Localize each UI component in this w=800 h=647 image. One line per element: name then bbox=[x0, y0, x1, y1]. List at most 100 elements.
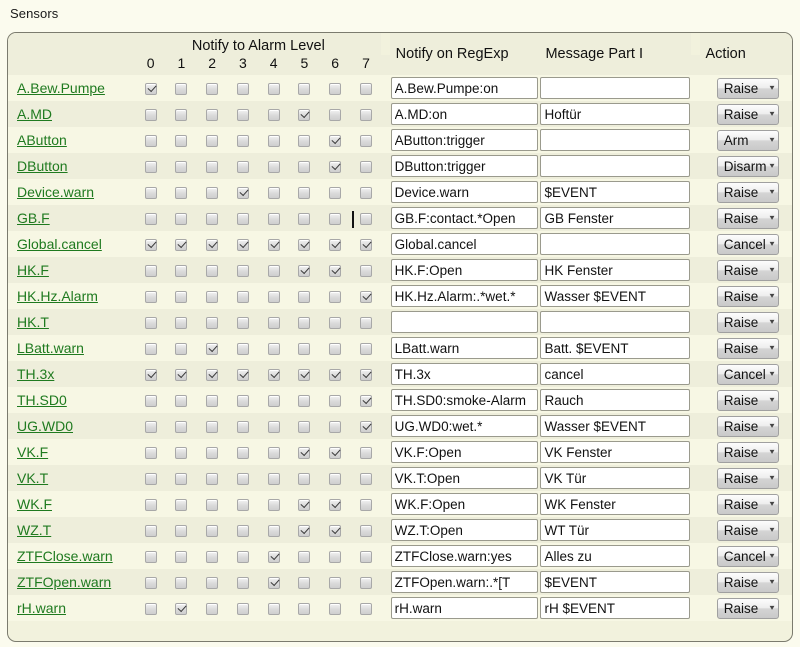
sensor-link[interactable]: VK.F bbox=[17, 444, 48, 460]
alarm-level-checkbox-7[interactable] bbox=[360, 83, 373, 96]
alarm-level-checkbox-6[interactable] bbox=[329, 109, 342, 122]
alarm-level-checkbox-2[interactable] bbox=[206, 83, 219, 96]
alarm-level-checkbox-2[interactable] bbox=[206, 603, 219, 616]
alarm-level-checkbox-4[interactable] bbox=[267, 291, 280, 304]
regexp-input[interactable] bbox=[390, 441, 539, 463]
action-select[interactable]: Raise ▾ bbox=[716, 77, 779, 99]
message-input[interactable] bbox=[540, 259, 691, 281]
alarm-level-checkbox-3[interactable] bbox=[236, 577, 249, 590]
alarm-level-checkbox-2[interactable] bbox=[206, 213, 219, 226]
alarm-level-checkbox-2[interactable] bbox=[206, 551, 219, 564]
alarm-level-checkbox-0[interactable] bbox=[144, 187, 157, 200]
alarm-level-checkbox-4[interactable] bbox=[267, 265, 280, 278]
alarm-level-checkbox-7[interactable] bbox=[360, 161, 373, 174]
alarm-level-checkbox-7[interactable] bbox=[360, 525, 373, 538]
alarm-level-checkbox-5[interactable] bbox=[298, 187, 311, 200]
alarm-level-checkbox-3[interactable] bbox=[236, 421, 249, 434]
alarm-level-checkbox-0[interactable] bbox=[144, 265, 157, 278]
message-input[interactable] bbox=[540, 311, 691, 333]
regexp-input[interactable] bbox=[390, 311, 539, 333]
alarm-level-checkbox-6[interactable] bbox=[329, 395, 342, 408]
regexp-input[interactable] bbox=[390, 181, 539, 203]
regexp-input[interactable] bbox=[390, 597, 539, 619]
alarm-level-checkbox-0[interactable] bbox=[144, 213, 157, 226]
message-input[interactable] bbox=[540, 155, 691, 177]
alarm-level-checkbox-5[interactable] bbox=[298, 135, 311, 148]
alarm-level-checkbox-1[interactable] bbox=[175, 369, 188, 382]
alarm-level-checkbox-3[interactable] bbox=[236, 499, 249, 512]
alarm-level-checkbox-3[interactable] bbox=[236, 317, 249, 330]
sensor-link[interactable]: TH.3x bbox=[17, 366, 54, 382]
sensor-link[interactable]: ZTFOpen.warn bbox=[17, 574, 111, 590]
alarm-level-checkbox-5[interactable] bbox=[298, 213, 311, 226]
action-select[interactable]: Raise ▾ bbox=[716, 285, 779, 307]
alarm-level-checkbox-4[interactable] bbox=[267, 187, 280, 200]
alarm-level-checkbox-6[interactable] bbox=[329, 213, 342, 226]
alarm-level-checkbox-4[interactable] bbox=[267, 395, 280, 408]
alarm-level-checkbox-5[interactable] bbox=[298, 265, 311, 278]
alarm-level-checkbox-3[interactable] bbox=[236, 239, 249, 252]
alarm-level-checkbox-0[interactable] bbox=[144, 135, 157, 148]
message-input[interactable] bbox=[540, 597, 691, 619]
alarm-level-checkbox-2[interactable] bbox=[206, 161, 219, 174]
regexp-input[interactable] bbox=[390, 467, 539, 489]
message-input[interactable] bbox=[540, 77, 691, 99]
alarm-level-checkbox-6[interactable] bbox=[329, 577, 342, 590]
alarm-level-checkbox-4[interactable] bbox=[267, 577, 280, 590]
alarm-level-checkbox-6[interactable] bbox=[329, 291, 342, 304]
sensor-link[interactable]: rH.warn bbox=[17, 600, 66, 616]
alarm-level-checkbox-0[interactable] bbox=[144, 291, 157, 304]
message-input[interactable] bbox=[540, 285, 691, 307]
sensor-link[interactable]: HK.F bbox=[17, 262, 49, 278]
alarm-level-checkbox-7[interactable] bbox=[360, 135, 373, 148]
regexp-input[interactable] bbox=[390, 493, 539, 515]
alarm-level-checkbox-7[interactable] bbox=[360, 473, 373, 486]
alarm-level-checkbox-0[interactable] bbox=[144, 395, 157, 408]
alarm-level-checkbox-2[interactable] bbox=[206, 291, 219, 304]
alarm-level-checkbox-6[interactable] bbox=[329, 499, 342, 512]
message-input[interactable] bbox=[540, 363, 691, 385]
alarm-level-checkbox-2[interactable] bbox=[206, 369, 219, 382]
action-select[interactable]: Raise ▾ bbox=[716, 467, 779, 489]
alarm-level-checkbox-4[interactable] bbox=[267, 551, 280, 564]
alarm-level-checkbox-7[interactable] bbox=[360, 369, 373, 382]
alarm-level-checkbox-5[interactable] bbox=[298, 499, 311, 512]
alarm-level-checkbox-3[interactable] bbox=[236, 213, 249, 226]
action-select[interactable]: Cancel ▾ bbox=[716, 545, 779, 567]
alarm-level-checkbox-2[interactable] bbox=[206, 265, 219, 278]
regexp-input[interactable] bbox=[390, 207, 539, 229]
alarm-level-checkbox-6[interactable] bbox=[329, 473, 342, 486]
message-input[interactable] bbox=[540, 233, 691, 255]
alarm-level-checkbox-0[interactable] bbox=[144, 317, 157, 330]
sensor-link[interactable]: HK.Hz.Alarm bbox=[17, 288, 98, 304]
alarm-level-checkbox-3[interactable] bbox=[236, 525, 249, 538]
action-select[interactable]: Raise ▾ bbox=[716, 597, 779, 619]
alarm-level-checkbox-1[interactable] bbox=[175, 551, 188, 564]
regexp-input[interactable] bbox=[390, 233, 539, 255]
regexp-input[interactable] bbox=[390, 259, 539, 281]
alarm-level-checkbox-0[interactable] bbox=[144, 239, 157, 252]
alarm-level-checkbox-2[interactable] bbox=[206, 525, 219, 538]
alarm-level-checkbox-0[interactable] bbox=[144, 499, 157, 512]
alarm-level-checkbox-5[interactable] bbox=[298, 343, 311, 356]
alarm-level-checkbox-7[interactable] bbox=[360, 395, 373, 408]
alarm-level-checkbox-0[interactable] bbox=[144, 551, 157, 564]
alarm-level-checkbox-2[interactable] bbox=[206, 577, 219, 590]
alarm-level-checkbox-3[interactable] bbox=[236, 291, 249, 304]
alarm-level-checkbox-6[interactable] bbox=[329, 421, 342, 434]
regexp-input[interactable] bbox=[390, 129, 539, 151]
alarm-level-checkbox-2[interactable] bbox=[206, 317, 219, 330]
alarm-level-checkbox-1[interactable] bbox=[175, 109, 188, 122]
alarm-level-checkbox-1[interactable] bbox=[175, 499, 188, 512]
alarm-level-checkbox-6[interactable] bbox=[329, 525, 342, 538]
alarm-level-checkbox-5[interactable] bbox=[298, 395, 311, 408]
message-input[interactable] bbox=[540, 467, 691, 489]
alarm-level-checkbox-1[interactable] bbox=[175, 395, 188, 408]
alarm-level-checkbox-4[interactable] bbox=[267, 135, 280, 148]
alarm-level-checkbox-1[interactable] bbox=[175, 525, 188, 538]
action-select[interactable]: Raise ▾ bbox=[716, 441, 779, 463]
alarm-level-checkbox-4[interactable] bbox=[267, 473, 280, 486]
alarm-level-checkbox-0[interactable] bbox=[144, 109, 157, 122]
regexp-input[interactable] bbox=[390, 519, 539, 541]
alarm-level-checkbox-5[interactable] bbox=[298, 109, 311, 122]
